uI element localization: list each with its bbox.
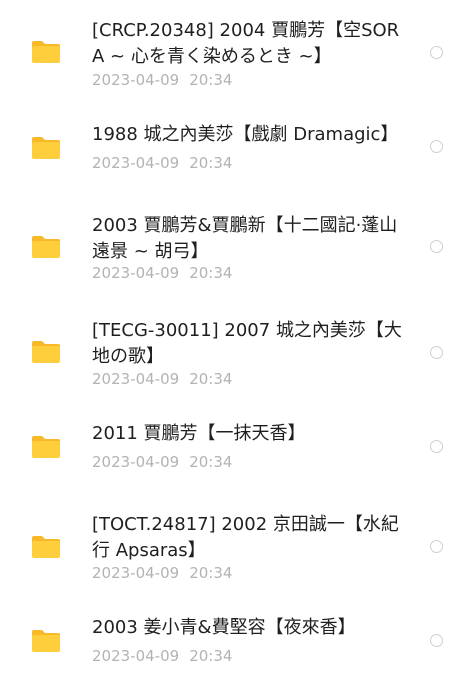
select-radio[interactable] <box>430 440 443 453</box>
file-meta: 2023-04-09 20:34 <box>92 153 232 173</box>
folder-icon <box>31 340 61 364</box>
file-name: 2003 姜小青&費堅容【夜來香】 <box>92 617 356 638</box>
file-name: 2003 賈鵬芳&賈鵬新【十二國記·蓬山遠景 ~ 胡弓】 <box>92 215 398 262</box>
file-meta: 2023-04-09 20:34 <box>92 70 232 90</box>
folder-icon <box>31 629 61 653</box>
file-date: 2023-04-09 <box>92 154 180 172</box>
list-item[interactable]: 2003 姜小青&費堅容【夜來香】 2023-04-09 20:34 <box>0 600 474 688</box>
file-name: [TECG-30011] 2007 城之內美莎【大地の歌】 <box>92 320 402 367</box>
folder-icon <box>31 136 61 160</box>
file-time: 20:34 <box>189 71 233 89</box>
list-item[interactable]: [TECG-30011] 2007 城之內美莎【大地の歌】 2023-04-09… <box>0 300 474 405</box>
select-radio[interactable] <box>430 634 443 647</box>
list-item[interactable]: 2003 賈鵬芳&賈鵬新【十二國記·蓬山遠景 ~ 胡弓】 2023-04-09 2… <box>0 200 474 300</box>
list-item[interactable]: [CRCP.20348] 2004 賈鵬芳【空SORA ~ 心を青く染めるとき … <box>0 0 474 100</box>
file-list: [CRCP.20348] 2004 賈鵬芳【空SORA ~ 心を青く染めるとき … <box>0 0 474 688</box>
file-date: 2023-04-09 <box>92 564 180 582</box>
folder-icon <box>31 435 61 459</box>
file-time: 20:34 <box>189 647 233 665</box>
file-meta: 2023-04-09 20:34 <box>92 563 232 583</box>
file-date: 2023-04-09 <box>92 264 180 282</box>
select-radio[interactable] <box>430 346 443 359</box>
file-meta: 2023-04-09 20:34 <box>92 452 232 472</box>
file-name: [CRCP.20348] 2004 賈鵬芳【空SORA ~ 心を青く染めるとき … <box>92 20 400 67</box>
file-meta: 2023-04-09 20:34 <box>92 369 232 389</box>
file-time: 20:34 <box>189 453 233 471</box>
file-name: 2011 賈鵬芳【一抹天香】 <box>92 423 306 444</box>
list-item[interactable]: 1988 城之內美莎【戲劇 Dramagic】 2023-04-09 20:34 <box>0 100 474 200</box>
file-date: 2023-04-09 <box>92 71 180 89</box>
file-time: 20:34 <box>189 370 233 388</box>
list-item[interactable]: 2011 賈鵬芳【一抹天香】 2023-04-09 20:34 <box>0 405 474 500</box>
folder-icon <box>31 535 61 559</box>
select-radio[interactable] <box>430 540 443 553</box>
file-date: 2023-04-09 <box>92 453 180 471</box>
select-radio[interactable] <box>430 240 443 253</box>
list-item[interactable]: [TOCT.24817] 2002 京田誠一【水紀行 Apsaras】 2023… <box>0 500 474 600</box>
file-meta: 2023-04-09 20:34 <box>92 646 232 666</box>
select-radio[interactable] <box>430 46 443 59</box>
folder-icon <box>31 40 61 64</box>
file-time: 20:34 <box>189 564 233 582</box>
file-name: 1988 城之內美莎【戲劇 Dramagic】 <box>92 124 399 145</box>
select-radio[interactable] <box>430 140 443 153</box>
file-date: 2023-04-09 <box>92 370 180 388</box>
file-date: 2023-04-09 <box>92 647 180 665</box>
folder-icon <box>31 235 61 259</box>
file-meta: 2023-04-09 20:34 <box>92 263 232 283</box>
file-time: 20:34 <box>189 264 233 282</box>
file-name: [TOCT.24817] 2002 京田誠一【水紀行 Apsaras】 <box>92 514 399 561</box>
file-time: 20:34 <box>189 154 233 172</box>
